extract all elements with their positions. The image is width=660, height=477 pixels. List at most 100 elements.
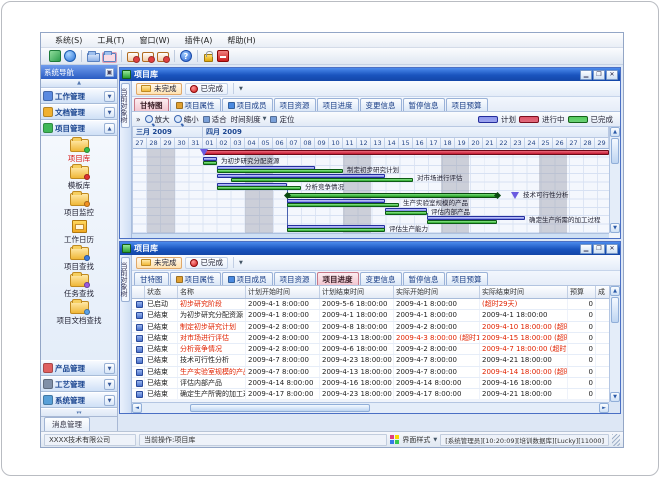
tab-项目进度[interactable]: 项目进度 <box>317 272 359 285</box>
restore-button[interactable]: ❐ <box>593 244 605 254</box>
lock-icon[interactable] <box>204 54 213 62</box>
table-vertical-scrollbar[interactable]: ▲▼ <box>609 286 620 402</box>
window2-titlebar[interactable]: 项目库 ▁❐✕ <box>120 242 620 255</box>
chevron-down-icon[interactable]: ▼ <box>104 363 115 374</box>
sidebar-collapse-button[interactable]: ▲ <box>41 79 117 88</box>
filter-button-未完成[interactable]: 未完成 <box>136 83 182 95</box>
new-icon[interactable] <box>49 50 61 62</box>
tab-变更信息[interactable]: 变更信息 <box>360 272 402 285</box>
scroll-thumb[interactable] <box>190 404 370 412</box>
gantt-bar-技术可行性分析[interactable] <box>287 193 497 198</box>
pin-icon[interactable]: ▣ <box>105 68 114 77</box>
chevron-down-icon[interactable]: ▼ <box>104 107 115 118</box>
filter-more-icon[interactable]: ▼ <box>239 260 243 266</box>
menu-item[interactable]: 插件(A) <box>179 34 219 47</box>
close-button[interactable]: ✕ <box>606 70 618 80</box>
menu-item[interactable]: 工具(T) <box>91 34 130 47</box>
tab-项目预算[interactable]: 项目预算 <box>446 98 488 111</box>
stop-icon[interactable] <box>217 50 229 62</box>
tab-项目资源[interactable]: 项目资源 <box>274 98 316 111</box>
table-row[interactable]: 已启动初步研究阶段2009-4-1 8:00:002009-5-6 18:00:… <box>132 299 609 310</box>
gantt-bar-done-评估内部产品[interactable] <box>385 211 427 215</box>
scroll-down-button[interactable]: ▼ <box>610 392 620 402</box>
tab-项目属性[interactable]: 项目属性 <box>170 272 221 285</box>
mail-icon[interactable] <box>127 52 139 62</box>
tool-»[interactable]: » <box>136 115 141 124</box>
tab-项目预算[interactable]: 项目预算 <box>446 272 488 285</box>
close-button[interactable]: ✕ <box>606 244 618 254</box>
gantt-bar-初步研究阶段[interactable] <box>203 150 609 155</box>
tab-项目成员[interactable]: 项目成员 <box>222 98 273 111</box>
table-row[interactable]: 已结束为初步研究分配资源2009-4-1 8:00:002009-4-1 18:… <box>132 310 609 321</box>
tab-暂停信息[interactable]: 暂停信息 <box>403 98 445 111</box>
tool-放大[interactable]: 放大 <box>145 114 170 125</box>
gantt-bar-done-对市场进行评估[interactable] <box>231 178 413 182</box>
minimize-button[interactable]: ▁ <box>580 70 592 80</box>
resize-grip[interactable] <box>612 434 620 446</box>
column-header-实际开始时间[interactable]: 实际开始时间 <box>394 286 480 298</box>
filter-more-icon[interactable]: ▼ <box>239 86 243 92</box>
mail-search-icon[interactable] <box>142 52 154 62</box>
column-header-计划结束时间[interactable]: 计划结束时间 <box>320 286 394 298</box>
tab-暂停信息[interactable]: 暂停信息 <box>403 272 445 285</box>
scroll-up-button[interactable]: ▲ <box>610 127 620 137</box>
column-header-计划开始时间[interactable]: 计划开始时间 <box>246 286 320 298</box>
window1-titlebar[interactable]: 项目库 ▁❐✕ <box>120 68 620 81</box>
tab-甘特图[interactable]: 甘特图 <box>134 272 169 285</box>
gantt-bar-done-确定生产所需的加工过程[interactable] <box>427 220 497 224</box>
tool-缩小[interactable]: 缩小 <box>174 114 199 125</box>
sidebar-item-项目库[interactable]: 项目库 <box>41 139 117 164</box>
filter-button-未完成[interactable]: 未完成 <box>136 257 182 269</box>
tool-定位[interactable]: 定位 <box>270 114 294 125</box>
sidebar-item-项目文档查找[interactable]: 项目文档查找 <box>41 301 117 326</box>
help-icon[interactable]: ? <box>180 50 192 62</box>
folder-icon[interactable] <box>87 53 100 62</box>
tab-项目资源[interactable]: 项目资源 <box>274 272 316 285</box>
sidebar-item-模板库[interactable]: 模板库 <box>41 166 117 191</box>
gantt-bar-done-分析竞争情况[interactable] <box>217 186 301 190</box>
table-row[interactable]: 已结束制定初步研究计划2009-4-2 8:00:002009-4-8 18:0… <box>132 322 609 333</box>
ui-style-button[interactable]: 界面样式 <box>402 435 430 445</box>
chevron-down-icon[interactable]: ▼ <box>104 91 115 102</box>
column-header-实际结束时间[interactable]: 实际结束时间 <box>480 286 568 298</box>
filter-button-已完成[interactable]: 已完成 <box>185 257 229 269</box>
gantt-bar-done-生产实验室规模的产品[interactable] <box>287 203 399 207</box>
table-row[interactable]: 已结束确定生产所需的加工过程2009-4-17 8:00:002009-4-23… <box>132 389 609 399</box>
tool-适合[interactable]: 适合 <box>203 114 227 125</box>
sidebar-group-项目管理[interactable]: 项目管理▲ <box>41 120 117 136</box>
sidebar-group-文档管理[interactable]: 文档管理▼ <box>41 104 117 120</box>
scroll-left-button[interactable]: ◄ <box>132 403 142 413</box>
sidebar-group-工作管理[interactable]: 工作管理▼ <box>41 88 117 104</box>
table-row[interactable]: 已结束生产实验室规模的产品2009-4-7 8:00:002009-4-13 1… <box>132 367 609 378</box>
chevron-down-icon[interactable]: ▼ <box>104 395 115 406</box>
filter-button-已完成[interactable]: 已完成 <box>185 83 229 95</box>
scroll-up-button[interactable]: ▲ <box>610 286 620 296</box>
folder-open-icon[interactable] <box>103 53 116 62</box>
gantt-bar-done-为初步研究分配资源[interactable] <box>203 161 217 165</box>
gantt-bar-done-制定初步研究计划[interactable] <box>217 169 343 173</box>
object-tree-tab[interactable]: 当前对象树 <box>121 257 130 302</box>
table-row[interactable]: 已结束评估内部产品2009-4-14 8:00:002009-4-16 18:0… <box>132 378 609 389</box>
table-row[interactable]: 已结束分析竞争情况2009-4-2 8:00:002009-4-6 18:00:… <box>132 344 609 355</box>
sidebar-group-工艺管理[interactable]: 工艺管理▼ <box>41 376 117 392</box>
object-tree-tab[interactable]: 当前对象树 <box>121 83 130 128</box>
table-row[interactable]: 已结束对市场进行评估2009-4-2 8:00:002009-4-13 18:0… <box>132 333 609 344</box>
column-header-预算[interactable]: 预算 <box>568 286 596 298</box>
column-header-名称[interactable]: 名称 <box>178 286 246 298</box>
scroll-right-button[interactable]: ► <box>599 403 609 413</box>
tab-项目成员[interactable]: 项目成员 <box>222 272 273 285</box>
sidebar-item-项目监控[interactable]: 项目监控 <box>41 193 117 218</box>
tab-项目进度[interactable]: 项目进度 <box>317 98 359 111</box>
sidebar-item-工作日历[interactable]: 工作日历 <box>41 220 117 245</box>
gantt-vertical-scrollbar[interactable]: ▲▼ <box>609 127 620 233</box>
sidebar-item-任务查找[interactable]: 任务查找 <box>41 274 117 299</box>
table-horizontal-scrollbar[interactable]: ◄► <box>132 402 609 413</box>
ui-style-dropdown-icon[interactable]: ▼ <box>433 437 437 443</box>
globe-icon[interactable] <box>64 50 76 62</box>
menu-item[interactable]: 窗口(W) <box>133 34 175 47</box>
tool-时间刻度[interactable]: 时间刻度▼ <box>231 114 267 125</box>
menu-item[interactable]: 帮助(H) <box>221 34 261 47</box>
tab-甘特图[interactable]: 甘特图 <box>134 98 169 111</box>
tab-项目属性[interactable]: 项目属性 <box>170 98 221 111</box>
tab-变更信息[interactable]: 变更信息 <box>360 98 402 111</box>
